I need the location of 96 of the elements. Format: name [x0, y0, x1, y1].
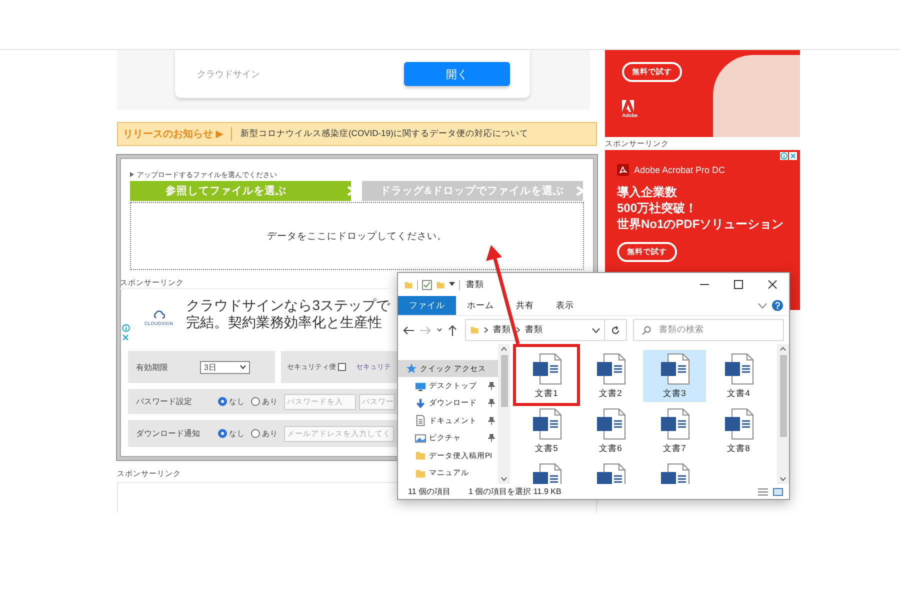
close-icon [768, 280, 776, 289]
radio-button[interactable] [251, 429, 260, 438]
checklist-icon[interactable] [422, 280, 432, 290]
pin-icon [488, 399, 495, 408]
radio-button[interactable] [218, 429, 227, 438]
ad-headline: クラウドサインなら3ステップで [186, 297, 390, 314]
caret-icon[interactable] [449, 282, 455, 287]
pin-icon [488, 416, 495, 425]
word-document-icon [660, 408, 690, 440]
breadcrumb-item[interactable]: 書類 [493, 324, 511, 336]
details-view-icon[interactable] [758, 488, 768, 496]
monitor-icon [415, 380, 426, 392]
notice-link[interactable]: 新型コロナウイルス感染症(COVID-19)に関するデータ便の対応について [240, 128, 528, 140]
chevron-icon [484, 327, 488, 333]
caret-icon [501, 477, 507, 481]
radio-button[interactable] [251, 397, 260, 406]
file-item[interactable]: 文書5 [515, 405, 578, 457]
ad-headline: 完結。契約業務効率化と生産性 [186, 314, 384, 331]
ribbon-tab[interactable]: 共有 [505, 296, 545, 315]
triangle-icon [130, 172, 134, 177]
item-count: 11 個の項目 [408, 486, 451, 497]
forward-arrow-icon [420, 326, 431, 334]
setting-label: ダウンロード通知 [135, 428, 201, 439]
pin-icon [488, 382, 495, 390]
file-item[interactable]: 文書7 [643, 405, 706, 457]
expiry-select[interactable]: 3日 [200, 360, 250, 374]
ad-headline: 導入企業数 [617, 184, 678, 200]
document-icon [415, 415, 426, 426]
word-document-icon [724, 408, 754, 440]
folder-icon [470, 325, 479, 335]
setting-label: 有効期限 [135, 362, 169, 372]
file-item[interactable]: 文書3 [643, 350, 706, 402]
open-button[interactable]: 開く [404, 62, 510, 86]
refresh-button[interactable] [605, 319, 627, 341]
caret-icon [501, 347, 507, 351]
chevron-down-icon[interactable] [758, 302, 767, 308]
word-document-icon [596, 353, 626, 385]
acrobat-logo-icon [617, 164, 629, 176]
search-field[interactable]: 書類の検索 [633, 319, 784, 341]
caret-icon[interactable] [592, 328, 600, 332]
ad-headline: 世界No1のPDFソリューション [617, 216, 785, 232]
cloud-logo-icon [152, 310, 165, 320]
radio-button[interactable] [218, 397, 227, 406]
word-document-icon [660, 353, 690, 385]
folder-icon [436, 280, 445, 290]
word-document-icon [532, 353, 562, 385]
large-icons-view-icon[interactable] [773, 488, 783, 496]
selection-info: 1 個の項目を選択 11.9 KB [468, 486, 562, 497]
breadcrumb-item[interactable]: 書類 [525, 324, 543, 336]
service-name: クラウドサイン [197, 68, 260, 80]
pin-icon [488, 434, 495, 442]
close-icon [789, 152, 797, 160]
chevron-icon [516, 327, 520, 333]
drop-text: データをここにドロップしてください。 [267, 230, 447, 242]
caret-icon [240, 365, 246, 369]
ribbon-tab[interactable]: ファイル [398, 296, 456, 315]
refresh-icon [611, 326, 620, 334]
folder-icon [415, 450, 426, 462]
window-title: 書類 [466, 278, 484, 290]
ribbon-tab[interactable]: 表示 [545, 296, 585, 315]
star-icon [406, 363, 417, 374]
download-arrow-icon [415, 398, 426, 409]
brand-name: Adobe Acrobat Pro DC [634, 165, 726, 175]
up-button[interactable] [448, 324, 457, 336]
folder-icon [415, 468, 426, 479]
picture-icon [415, 432, 426, 444]
file-item[interactable]: 文書8 [707, 405, 770, 457]
caret-icon[interactable] [437, 328, 442, 332]
help-icon[interactable] [772, 300, 783, 311]
close-icon [122, 334, 130, 341]
word-document-icon [596, 408, 626, 440]
maximize-icon [734, 280, 742, 289]
caret-icon [780, 347, 786, 351]
adobe-logo-icon [622, 100, 634, 112]
word-document-icon [532, 408, 562, 440]
up-arrow-icon [448, 324, 457, 336]
minimize-icon [700, 284, 708, 285]
back-button[interactable] [403, 326, 414, 334]
address-bar[interactable]: 書類 書類 [465, 319, 605, 341]
caret-icon [780, 477, 786, 481]
file-item[interactable]: 文書2 [579, 350, 642, 402]
chevron-icon [576, 186, 585, 196]
info-icon [780, 152, 788, 160]
file-item[interactable]: 文書1 [515, 346, 578, 404]
info-icon [122, 324, 130, 332]
notice-heading: リリースのお知らせ ▶ [123, 127, 232, 141]
setting-label: パスワード設定 [135, 396, 193, 407]
file-item[interactable]: 文書4 [707, 350, 770, 402]
folder-icon [404, 280, 413, 290]
search-icon [642, 326, 651, 334]
checkbox[interactable] [338, 363, 346, 371]
back-arrow-icon [403, 326, 414, 334]
ribbon-tab[interactable]: ホーム [456, 296, 505, 315]
ad-headline: 500万社突破！ [617, 200, 698, 216]
file-item[interactable]: 文書6 [579, 405, 642, 457]
word-document-icon [724, 353, 754, 385]
